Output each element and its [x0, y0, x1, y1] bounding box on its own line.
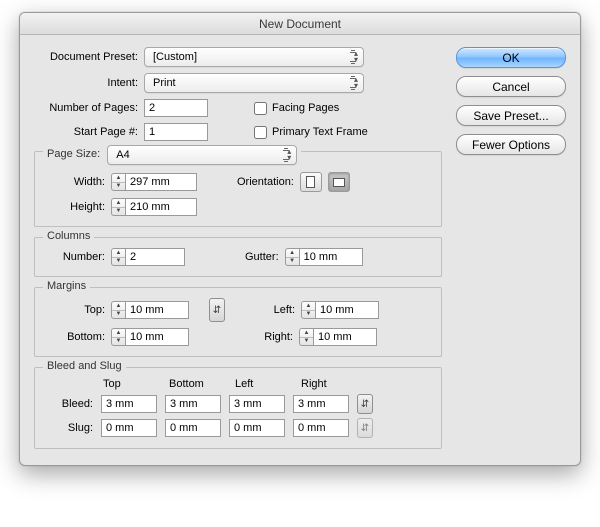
margin-right-input[interactable] [313, 328, 377, 346]
number-of-pages-input[interactable] [144, 99, 208, 117]
group-title-page-size: Page Size: A4 ▴▾ [43, 144, 301, 164]
margin-left-stepper[interactable]: ▲▼ [301, 301, 379, 319]
orientation-landscape-button[interactable] [328, 172, 350, 192]
document-preset-select[interactable]: [Custom] [144, 47, 364, 67]
chevron-up-icon[interactable]: ▲ [112, 174, 125, 183]
label-primary-text-frame: Primary Text Frame [272, 126, 368, 138]
label-gutter: Gutter: [245, 251, 279, 263]
col-left: Left [233, 378, 291, 390]
chevron-up-icon[interactable]: ▲ [112, 329, 125, 338]
height-stepper[interactable]: ▲▼ [111, 198, 197, 216]
chevron-down-icon[interactable]: ▼ [112, 338, 125, 346]
column-number-input[interactable] [125, 248, 185, 266]
label-margin-bottom: Bottom: [45, 331, 105, 343]
chevron-up-icon[interactable]: ▲ [286, 249, 299, 258]
chevron-down-icon[interactable]: ▼ [112, 258, 125, 266]
chevron-up-icon[interactable]: ▲ [112, 249, 125, 258]
label-slug: Slug: [45, 422, 93, 434]
bleed-slug-group: Bleed and Slug Top Bottom Left Right Ble… [34, 367, 442, 449]
label-margin-left: Left: [257, 304, 295, 316]
intent-select[interactable]: Print [144, 73, 364, 93]
col-right: Right [299, 378, 357, 390]
margin-left-input[interactable] [315, 301, 379, 319]
label-facing-pages: Facing Pages [272, 102, 339, 114]
chevron-up-icon[interactable]: ▲ [112, 302, 125, 311]
label-height: Height: [45, 201, 105, 213]
new-document-dialog: New Document Document Preset: [Custom] ▴… [19, 12, 581, 466]
orientation-portrait-button[interactable] [300, 172, 322, 192]
ok-button[interactable]: OK [456, 47, 566, 68]
chevron-down-icon[interactable]: ▼ [302, 311, 315, 319]
bleed-right-input[interactable] [293, 395, 349, 413]
label-column-number: Number: [45, 251, 105, 263]
margin-top-input[interactable] [125, 301, 189, 319]
bleed-left-input[interactable] [229, 395, 285, 413]
label-margin-right: Right: [255, 331, 293, 343]
fewer-options-button[interactable]: Fewer Options [456, 134, 566, 155]
width-input[interactable] [125, 173, 197, 191]
page-size-group: Page Size: A4 ▴▾ Width: ▲▼ [34, 151, 442, 227]
slug-bottom-input[interactable] [165, 419, 221, 437]
chevron-up-icon[interactable]: ▲ [112, 199, 125, 208]
margin-right-stepper[interactable]: ▲▼ [299, 328, 377, 346]
page-size-select[interactable]: A4 [107, 145, 297, 165]
label-start-page: Start Page #: [34, 126, 138, 138]
label-intent: Intent: [34, 77, 138, 89]
portrait-icon [306, 176, 315, 188]
column-number-stepper[interactable]: ▲▼ [111, 248, 185, 266]
primary-text-frame-checkbox[interactable]: Primary Text Frame [254, 126, 368, 139]
margin-bottom-stepper[interactable]: ▲▼ [111, 328, 189, 346]
label-margin-top: Top: [45, 304, 105, 316]
group-title-margins: Margins [43, 280, 90, 292]
gutter-stepper[interactable]: ▲▼ [285, 248, 363, 266]
group-title-columns: Columns [43, 230, 94, 242]
chevron-up-icon[interactable]: ▲ [302, 302, 315, 311]
group-title-bleed-slug: Bleed and Slug [43, 360, 126, 372]
chevron-down-icon[interactable]: ▼ [286, 258, 299, 266]
facing-pages-checkbox[interactable]: Facing Pages [254, 102, 339, 115]
bleed-bottom-input[interactable] [165, 395, 221, 413]
link-slug-button[interactable]: ⇵ [357, 418, 373, 438]
link-bleed-button[interactable]: ⇵ [357, 394, 373, 414]
cancel-button[interactable]: Cancel [456, 76, 566, 97]
label-width: Width: [45, 176, 105, 188]
margin-bottom-input[interactable] [125, 328, 189, 346]
chevron-down-icon[interactable]: ▼ [112, 208, 125, 216]
chevron-down-icon[interactable]: ▼ [112, 183, 125, 191]
columns-group: Columns Number: ▲▼ Gutter: ▲▼ [34, 237, 442, 277]
col-top: Top [101, 378, 159, 390]
label-bleed: Bleed: [45, 398, 93, 410]
col-bottom: Bottom [167, 378, 225, 390]
width-stepper[interactable]: ▲▼ [111, 173, 197, 191]
gutter-input[interactable] [299, 248, 363, 266]
label-orientation: Orientation: [237, 176, 294, 188]
height-input[interactable] [125, 198, 197, 216]
label-number-of-pages: Number of Pages: [34, 102, 138, 114]
slug-left-input[interactable] [229, 419, 285, 437]
label-document-preset: Document Preset: [34, 51, 138, 63]
chevron-down-icon[interactable]: ▼ [300, 338, 313, 346]
link-margins-button[interactable]: ⇵ [209, 298, 225, 322]
chevron-down-icon[interactable]: ▼ [112, 311, 125, 319]
dialog-title: New Document [20, 13, 580, 35]
bleed-top-input[interactable] [101, 395, 157, 413]
start-page-input[interactable] [144, 123, 208, 141]
landscape-icon [333, 178, 345, 187]
slug-top-input[interactable] [101, 419, 157, 437]
save-preset-button[interactable]: Save Preset... [456, 105, 566, 126]
margin-top-stepper[interactable]: ▲▼ [111, 301, 189, 319]
slug-right-input[interactable] [293, 419, 349, 437]
chevron-up-icon[interactable]: ▲ [300, 329, 313, 338]
margins-group: Margins Top: ▲▼ ⇵ Left: ▲▼ [34, 287, 442, 357]
